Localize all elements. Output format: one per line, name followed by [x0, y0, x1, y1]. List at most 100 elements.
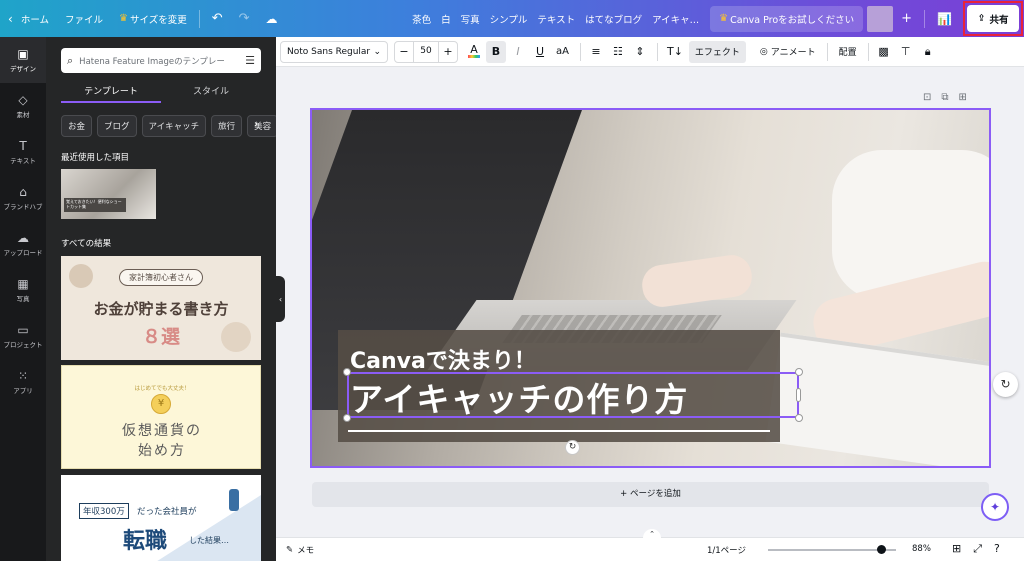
rail-label: 写真	[16, 294, 30, 303]
bold-button[interactable]: B	[486, 40, 506, 63]
chip[interactable]: ブログ	[97, 115, 137, 137]
redo-button[interactable]: ↷	[231, 0, 258, 37]
rail-item-text[interactable]: T テキスト	[0, 129, 46, 175]
chevron-up-icon[interactable]: ⌃	[643, 529, 661, 538]
template-card[interactable]: 年収300万 だった会社員が 転職 した結果…	[61, 475, 261, 561]
rail-item-design[interactable]: ▣ デザイン	[0, 37, 46, 83]
title-keyword[interactable]: 写真	[456, 12, 485, 26]
resize-button[interactable]: ♛ サイズを変更	[111, 0, 195, 37]
page-indicator[interactable]: 1/1ページ	[707, 544, 746, 556]
card-title: 転職	[123, 529, 168, 554]
resize-label: サイズを変更	[130, 14, 187, 26]
rotate-icon[interactable]: ↻	[565, 440, 580, 455]
resize-handle[interactable]	[343, 414, 351, 422]
resize-handle[interactable]	[343, 368, 351, 376]
recent-design-thumbnail[interactable]: 覚えておきたい！便利なショートカット集	[61, 169, 156, 219]
card-number: ８選	[141, 326, 180, 348]
rail-item-elements[interactable]: ◇ 素材	[0, 83, 46, 129]
home-button[interactable]: ‹ ホーム	[0, 0, 57, 37]
notes-button[interactable]: ✎ メモ	[286, 544, 314, 556]
rail-label: アプリ	[13, 386, 33, 395]
title-keyword[interactable]: はてなブログ	[580, 12, 647, 26]
collapse-panel-button[interactable]: ‹	[276, 276, 285, 322]
rail-item-projects[interactable]: ▭ プロジェクト	[0, 313, 46, 359]
filter-icon[interactable]: ☰	[245, 54, 255, 67]
title-keyword[interactable]: 茶色	[407, 12, 436, 26]
lock-icon[interactable]: ⊡	[923, 92, 931, 103]
rail-label: プロジェクト	[3, 340, 43, 349]
animate-icon: ◎	[759, 46, 768, 57]
rail-item-upload[interactable]: ☁ アップロード	[0, 221, 46, 267]
fullscreen-icon[interactable]: ⤢	[973, 542, 982, 556]
transparency-icon[interactable]: ▩	[874, 41, 894, 63]
paint-roller-icon[interactable]: ⊤	[896, 41, 916, 63]
grid-view-icon[interactable]: ⊞	[952, 542, 961, 556]
search-input[interactable]: ⌕ Hatena Feature Imageのテンプレー ☰	[61, 48, 261, 73]
italic-button[interactable]: I	[508, 41, 528, 63]
chip[interactable]: お金	[61, 115, 93, 137]
title-keyword[interactable]: アイキャ…	[647, 12, 704, 26]
resize-handle[interactable]	[795, 414, 803, 422]
template-card[interactable]: 家計簿初心者さん お金が貯まる書き方 ８選	[61, 256, 261, 360]
folder-icon: ▭	[17, 322, 29, 337]
zoom-slider-thumb[interactable]	[876, 545, 886, 554]
effects-button[interactable]: エフェクト	[688, 40, 746, 63]
font-family-select[interactable]: Noto Sans Regular ⌄	[280, 40, 388, 63]
list-icon[interactable]: ☷	[608, 41, 628, 63]
add-page-button[interactable]: + ページを追加	[312, 482, 989, 507]
rail-item-photo[interactable]: ▦ 写真	[0, 267, 46, 313]
title-keyword[interactable]: シンプル	[485, 12, 533, 26]
share-button[interactable]: ⇪ 共有	[967, 5, 1019, 32]
tab-styles[interactable]: スタイル	[161, 81, 261, 103]
chevron-right-icon[interactable]: ›	[254, 119, 258, 130]
cloud-save-icon[interactable]: ☁	[258, 0, 286, 37]
try-pro-button[interactable]: ♛ Canva Proをお試しください	[710, 5, 864, 32]
vertical-text-icon[interactable]: T↓	[663, 41, 687, 63]
case-button[interactable]: aA	[552, 41, 573, 63]
chip[interactable]: 美容	[247, 115, 276, 137]
font-size-input[interactable]: 50	[413, 40, 439, 63]
text-color-icon: A	[470, 43, 478, 56]
rail-item-apps[interactable]: ⁙ アプリ	[0, 359, 46, 405]
zoom-value[interactable]: 88%	[912, 544, 931, 554]
share-icon: ⇪	[977, 13, 986, 24]
chip[interactable]: 旅行	[211, 115, 243, 137]
title-keyword[interactable]: テキスト	[532, 12, 580, 26]
help-icon[interactable]: ?	[994, 542, 1000, 556]
magic-sparkle-icon[interactable]: ✦	[981, 493, 1009, 521]
position-button[interactable]: 配置	[833, 41, 863, 63]
canvas-subtitle[interactable]: Canvaで決まり！	[350, 343, 536, 375]
card-caption: はじめてでも大丈夫！	[134, 386, 190, 392]
underline-decoration[interactable]	[348, 430, 770, 432]
insights-icon[interactable]: 📊	[929, 0, 960, 37]
text-color-button[interactable]: A	[464, 41, 484, 63]
zoom-slider[interactable]	[768, 545, 896, 554]
lock-icon[interactable]: 🔒︎	[918, 41, 938, 63]
rail-item-brand[interactable]: ⌂ ブランドハブ	[0, 175, 46, 221]
upload-icon: ☁	[17, 230, 29, 245]
spacing-icon[interactable]: ⇕	[630, 41, 650, 63]
underline-button[interactable]: U	[530, 41, 550, 63]
avatar[interactable]	[867, 5, 894, 32]
align-left-icon[interactable]: ≡	[586, 41, 606, 63]
increase-size-button[interactable]: +	[439, 45, 457, 58]
duplicate-page-icon[interactable]: ⧉	[941, 92, 948, 103]
decrease-size-button[interactable]: −	[395, 45, 413, 58]
home-label: ホーム	[20, 14, 50, 26]
title-keyword[interactable]: 白	[436, 12, 456, 26]
animate-button[interactable]: ◎ アニメート	[754, 41, 822, 63]
refresh-icon[interactable]: ↻	[993, 372, 1018, 397]
file-menu[interactable]: ファイル	[57, 0, 111, 37]
tab-templates[interactable]: テンプレート	[61, 81, 161, 103]
undo-button[interactable]: ↶	[204, 0, 231, 37]
card-tag: 家計簿初心者さん	[119, 269, 203, 286]
add-page-icon[interactable]: ⊞	[959, 92, 967, 103]
add-collaborator-button[interactable]: +	[893, 0, 920, 37]
resize-handle[interactable]	[795, 368, 803, 376]
person-figure-icon	[229, 489, 239, 511]
search-icon: ⌕	[67, 53, 74, 67]
template-card[interactable]: はじめてでも大丈夫！ ¥ 仮想通貨の 始め方	[61, 365, 261, 469]
chip[interactable]: アイキャッチ	[141, 115, 207, 137]
resize-handle[interactable]	[796, 388, 801, 402]
share-highlight: ⇪ 共有	[963, 1, 1023, 36]
